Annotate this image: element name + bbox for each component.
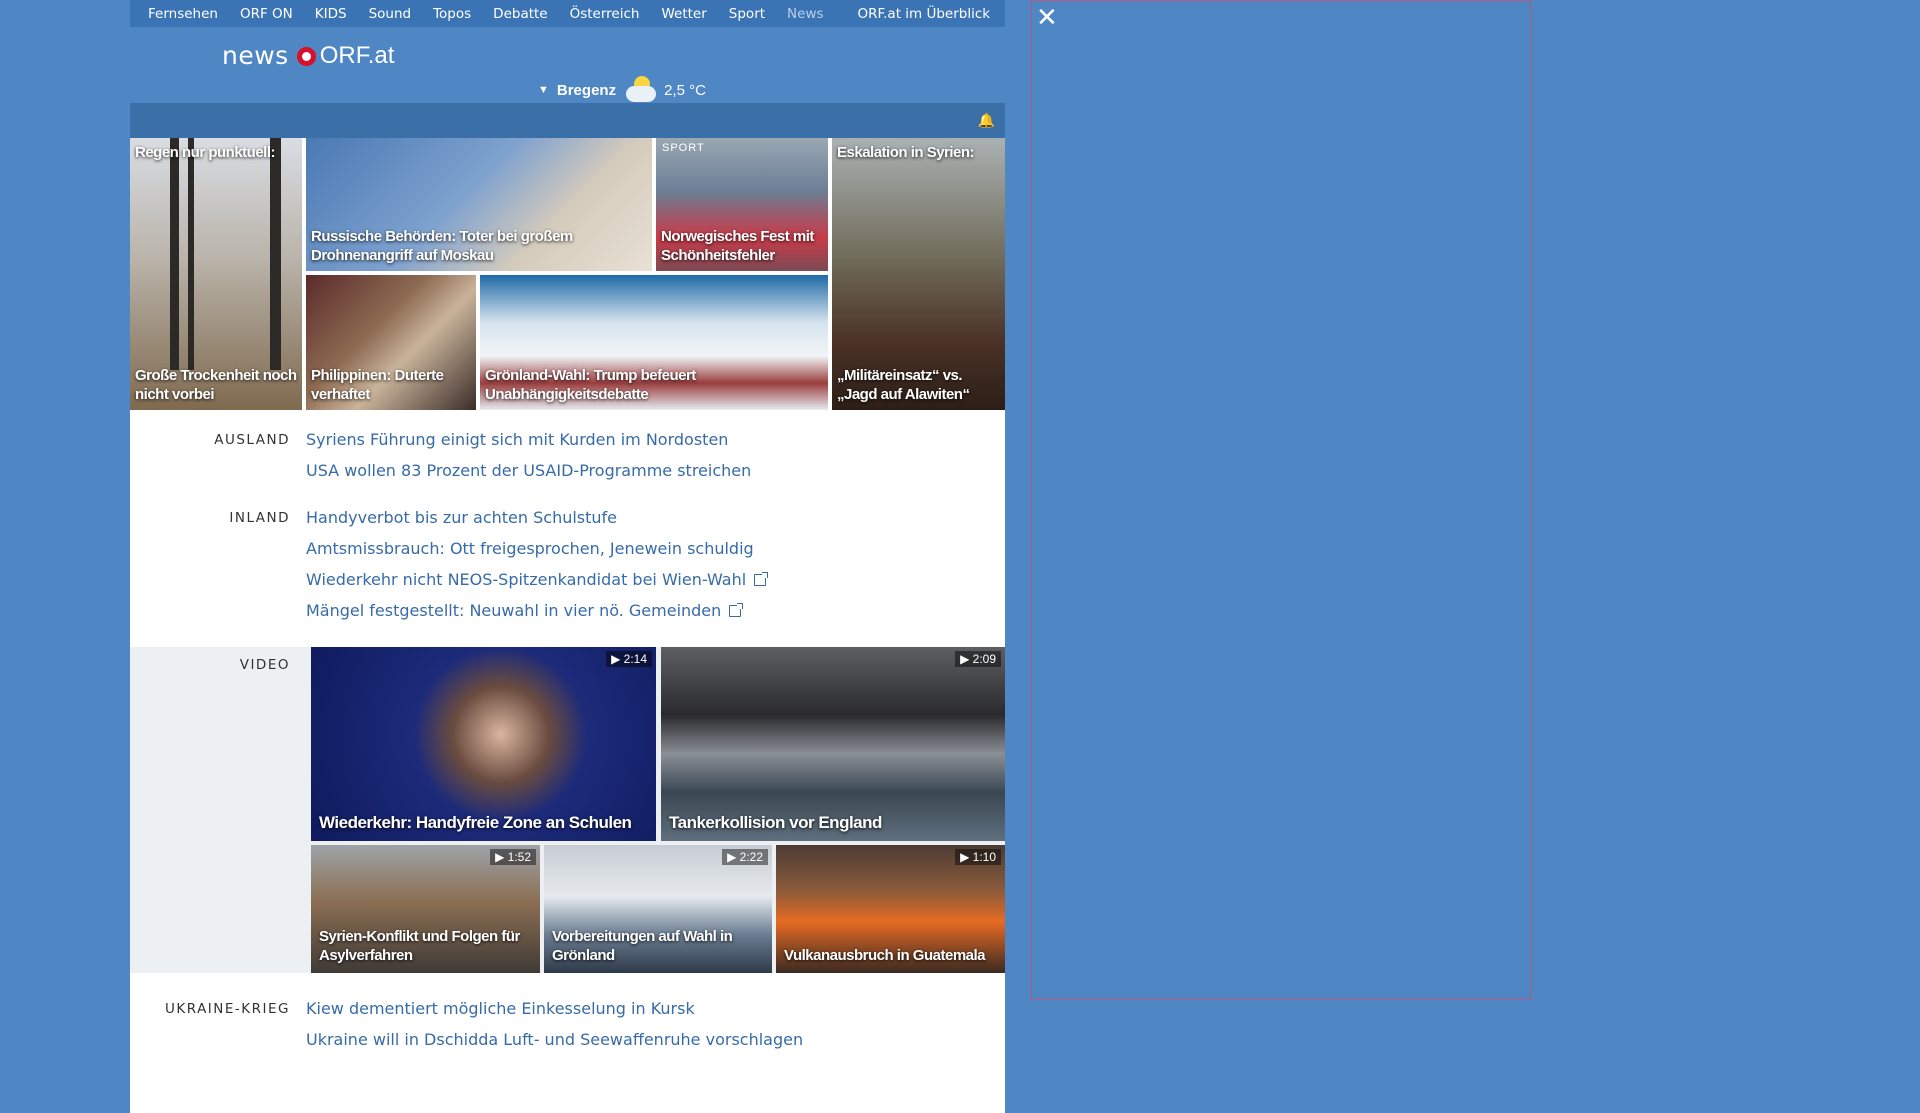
nav-debatte[interactable]: Debatte bbox=[493, 6, 547, 22]
headline-link-external[interactable]: Mängel festgestellt: Neuwahl in vier nö.… bbox=[306, 595, 1005, 626]
nav-orf-on[interactable]: ORF ON bbox=[240, 6, 293, 22]
headline-text: Wiederkehr nicht NEOS-Spitzenkandidat be… bbox=[306, 570, 747, 589]
teaser-syrien[interactable]: Eskalation in Syrien: „Militäreinsatz“ v… bbox=[832, 138, 1005, 410]
video-caption: Tankerkollision vor England bbox=[669, 813, 882, 832]
nav-topos[interactable]: Topos bbox=[433, 6, 471, 22]
nav-kids[interactable]: KIDS bbox=[315, 6, 347, 22]
video-duration: ▶ 2:09 bbox=[955, 651, 1001, 667]
headline-link[interactable]: Syriens Führung einigt sich mit Kurden i… bbox=[306, 424, 1005, 455]
teaser-caption: Grönland-Wahl: Trump befeuert Unabhängig… bbox=[485, 367, 696, 403]
teaser-norwegen[interactable]: SPORT Norwegisches Fest mit Schönheitsfe… bbox=[656, 138, 828, 271]
video-teaser[interactable]: ▶ 1:52 Syrien-Konflikt und Folgen für As… bbox=[311, 845, 540, 973]
weather-location: Bregenz bbox=[556, 81, 617, 99]
nav-fernsehen[interactable]: Fernsehen bbox=[148, 6, 218, 22]
video-caption: Syrien-Konflikt und Folgen für Asylverfa… bbox=[319, 928, 520, 964]
video-caption: Wiederkehr: Handyfreie Zone an Schulen bbox=[319, 813, 632, 832]
external-link-icon bbox=[729, 603, 744, 617]
teaser-caption: Russische Behörden: Toter bei großem Dro… bbox=[311, 228, 573, 264]
weather-widget[interactable]: ▼ Bregenz 2,5 °C bbox=[538, 76, 706, 104]
partly-cloudy-icon bbox=[624, 76, 658, 104]
teaser-caption: Große Trockenheit noch nicht vorbei bbox=[135, 367, 297, 403]
headline-link[interactable]: USA wollen 83 Prozent der USAID-Programm… bbox=[306, 455, 1005, 486]
section-label: UKRAINE-KRIEG bbox=[165, 1001, 290, 1017]
headline-link[interactable]: Ukraine will in Dschidda Luft- und Seewa… bbox=[306, 1024, 1005, 1055]
nav-overview[interactable]: ORF.at im Überblick bbox=[858, 6, 991, 22]
nav-sound[interactable]: Sound bbox=[369, 6, 412, 22]
headline-link[interactable]: Handyverbot bis zur achten Schulstufe bbox=[306, 502, 1005, 533]
headline-text: Mängel festgestellt: Neuwahl in vier nö.… bbox=[306, 601, 722, 620]
nav-oesterreich[interactable]: Österreich bbox=[570, 6, 640, 22]
video-teaser[interactable]: ▶ 2:09 Tankerkollision vor England bbox=[661, 647, 1005, 841]
section-label: VIDEO bbox=[239, 657, 290, 673]
news-orf-logo[interactable]: news ORF.at bbox=[222, 41, 394, 70]
video-duration: ▶ 1:52 bbox=[490, 849, 536, 865]
nav-wetter[interactable]: Wetter bbox=[661, 6, 706, 22]
video-teaser[interactable]: ▶ 1:10 Vulkanausbruch in Guatemala bbox=[776, 845, 1005, 973]
teaser-kicker: Regen nur punktuell: bbox=[135, 144, 276, 161]
teaser-caption: Norwegisches Fest mit Schönheitsfehler bbox=[661, 228, 814, 264]
teaser-caption: Philippinen: Duterte verhaftet bbox=[311, 367, 444, 403]
video-duration: ▶ 2:14 bbox=[606, 651, 652, 667]
section-video: VIDEO ▶ 2:14 Wiederkehr: Handyfreie Zone… bbox=[130, 647, 1005, 973]
top-navigation: Fernsehen ORF ON KIDS Sound Topos Debatt… bbox=[130, 0, 1005, 27]
close-icon[interactable]: ✕ bbox=[1036, 5, 1058, 31]
section-ukraine: UKRAINE-KRIEG Kiew dementiert mögliche E… bbox=[130, 973, 1005, 1113]
section-label: INLAND bbox=[229, 510, 290, 526]
teaser-drohnenangriff[interactable]: Russische Behörden: Toter bei großem Dro… bbox=[306, 138, 652, 271]
teaser-grid: Regen nur punktuell: Große Trockenheit n… bbox=[130, 138, 1005, 410]
teaser-tag: SPORT bbox=[662, 142, 705, 154]
toolbar-strip: 🔔 bbox=[130, 103, 1005, 138]
teaser-groenland[interactable]: Grönland-Wahl: Trump befeuert Unabhängig… bbox=[480, 275, 828, 410]
headline-link-external[interactable]: Wiederkehr nicht NEOS-Spitzenkandidat be… bbox=[306, 564, 1005, 595]
video-caption: Vulkanausbruch in Guatemala bbox=[784, 947, 986, 964]
nav-sport[interactable]: Sport bbox=[729, 6, 765, 22]
weather-temperature: 2,5 °C bbox=[664, 81, 706, 99]
section-label: AUSLAND bbox=[214, 432, 290, 448]
section-inland: INLAND Handyverbot bis zur achten Schuls… bbox=[130, 492, 1005, 647]
logo-orf-text: ORF.at bbox=[319, 41, 395, 69]
headline-link[interactable]: Kiew dementiert mögliche Einkesselung in… bbox=[306, 993, 1005, 1024]
triangle-down-icon: ▼ bbox=[538, 84, 549, 96]
nav-news[interactable]: News bbox=[787, 6, 823, 22]
headline-link[interactable]: Amtsmissbrauch: Ott freigesprochen, Jene… bbox=[306, 533, 1005, 564]
teaser-duterte[interactable]: Philippinen: Duterte verhaftet bbox=[306, 275, 476, 410]
section-ausland: AUSLAND Syriens Führung einigt sich mit … bbox=[130, 410, 1005, 492]
video-teaser[interactable]: ▶ 2:14 Wiederkehr: Handyfreie Zone an Sc… bbox=[311, 647, 656, 841]
logo-news-text: news bbox=[222, 41, 289, 70]
video-caption: Vorbereitungen auf Wahl in Grönland bbox=[552, 928, 733, 964]
ad-overlay-panel bbox=[1031, 0, 1531, 1000]
news-page: Fernsehen ORF ON KIDS Sound Topos Debatt… bbox=[130, 0, 1005, 1113]
video-duration: ▶ 2:22 bbox=[722, 849, 768, 865]
site-header: news ORF.at ▼ Bregenz 2,5 °C bbox=[130, 27, 1005, 103]
video-duration: ▶ 1:10 bbox=[955, 849, 1001, 865]
teaser-kicker: Eskalation in Syrien: bbox=[837, 144, 975, 161]
teaser-caption: „Militäreinsatz“ vs. „Jagd auf Alawiten“ bbox=[837, 367, 970, 403]
video-teaser[interactable]: ▶ 2:22 Vorbereitungen auf Wahl in Grönla… bbox=[544, 845, 772, 973]
external-link-icon bbox=[754, 572, 769, 586]
bell-icon[interactable]: 🔔 bbox=[978, 113, 995, 129]
orf-ring-icon bbox=[296, 47, 316, 66]
teaser-trockenheit[interactable]: Regen nur punktuell: Große Trockenheit n… bbox=[130, 138, 302, 410]
